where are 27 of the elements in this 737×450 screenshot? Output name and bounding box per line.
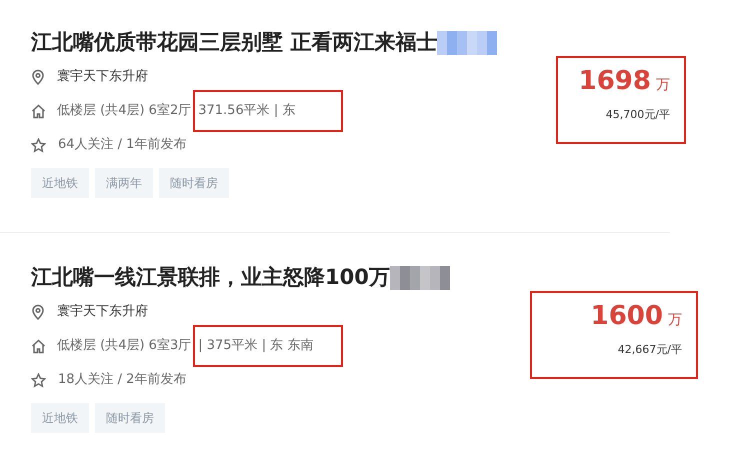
unit-price: 42,667元/平 [618, 342, 682, 358]
location-pin-icon [31, 69, 45, 85]
star-icon [31, 138, 46, 152]
star-icon [31, 372, 46, 388]
house-icon [31, 104, 46, 118]
community-name[interactable]: 寰宇天下东升府 [57, 302, 148, 322]
unit-price: 45,700元/平 [606, 107, 670, 123]
area-orientation: | 375平米 | 东 东南 [193, 325, 344, 367]
price-unit: 万 [656, 76, 670, 95]
feature-tag: 满两年 [95, 168, 153, 198]
follow-info: 64人关注 / 1年前发布 [58, 136, 186, 154]
house-layout: 低楼层 (共4层) 6室2厅 [57, 102, 192, 120]
listing-title[interactable]: 江北嘴一线江景联排，业主怒降100万 [31, 262, 390, 294]
house-layout: 低楼层 (共4层) 6室3厅 [57, 337, 192, 356]
total-price: 1600 [590, 300, 663, 333]
community-name[interactable]: 寰宇天下东升府 [57, 67, 148, 87]
listing-title[interactable]: 江北嘴优质带花园三层别墅 正看两江来福士 [31, 27, 438, 59]
feature-tag: 近地铁 [31, 403, 89, 433]
area-orientation: 371.56平米 | 东 [193, 90, 344, 132]
feature-tag: 随时看房 [95, 403, 165, 433]
house-icon [31, 338, 46, 354]
follow-info: 18人关注 / 2年前发布 [58, 371, 186, 390]
location-pin-icon [31, 304, 45, 320]
total-price: 1698 [578, 65, 651, 98]
feature-tag: 随时看房 [159, 168, 229, 198]
price-unit: 万 [668, 311, 682, 330]
feature-tag: 近地铁 [31, 168, 89, 198]
